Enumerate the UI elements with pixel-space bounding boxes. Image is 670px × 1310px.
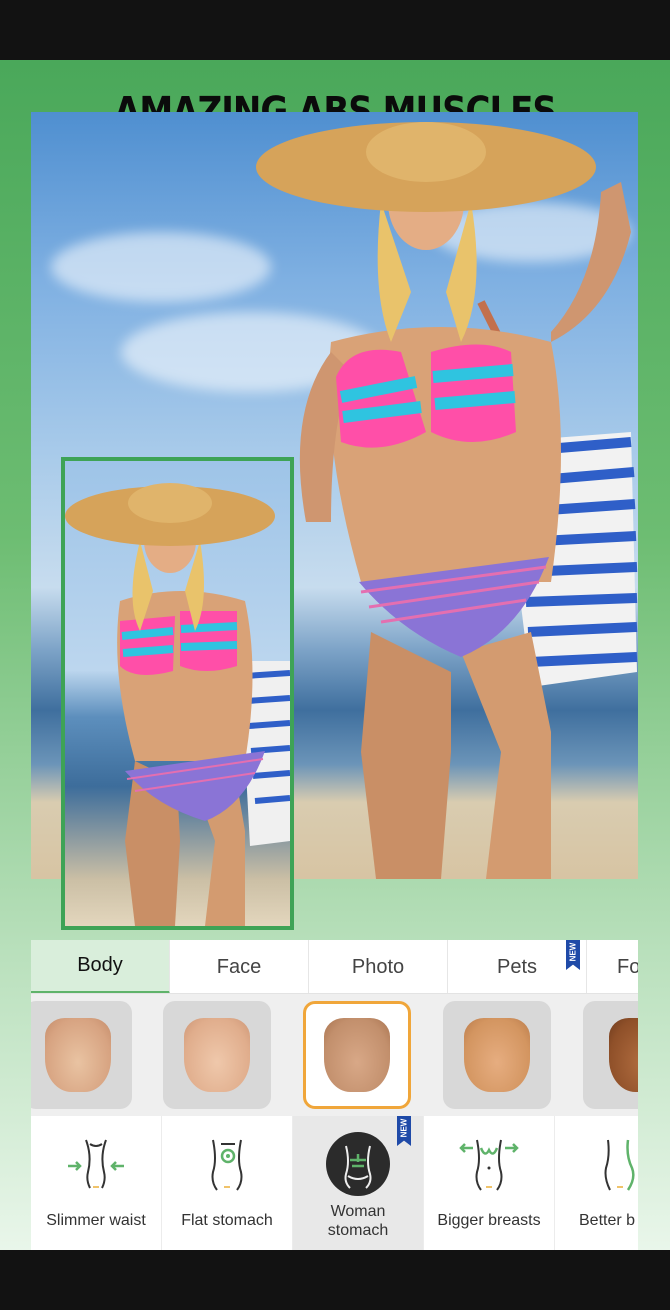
before-photo-inset[interactable] xyxy=(61,457,294,930)
tab-label: Body xyxy=(77,954,123,976)
torso-image xyxy=(324,1018,390,1092)
woman-stomach-icon xyxy=(326,1132,390,1196)
tool-indicator xyxy=(224,1186,230,1188)
thumbnail-torso-1[interactable] xyxy=(31,1001,132,1109)
thumbnail-torso-5[interactable] xyxy=(583,1001,638,1109)
tool-woman-stomach[interactable]: Woman stomach NEW xyxy=(293,1116,424,1250)
body-tools: Slimmer waist Flat stomach Woman stomach… xyxy=(31,1116,638,1250)
thumbnail-torso-4[interactable] xyxy=(443,1001,551,1109)
tool-indicator xyxy=(93,1186,99,1188)
tool-better-body[interactable]: Better b xyxy=(555,1116,638,1250)
tab-fo[interactable]: Fo xyxy=(587,940,638,993)
new-badge: NEW xyxy=(397,1116,411,1146)
tool-indicator xyxy=(617,1186,623,1188)
tab-label: Photo xyxy=(351,955,405,978)
tool-slimmer-waist[interactable]: Slimmer waist xyxy=(31,1116,162,1250)
tool-label: Flat stomach xyxy=(181,1212,273,1229)
torso-image xyxy=(45,1018,111,1092)
category-tabs: Body Face Photo Pets NEW Fo xyxy=(31,940,638,994)
torso-image xyxy=(184,1018,250,1092)
thumbnail-torso-2[interactable] xyxy=(163,1001,271,1109)
navigation-bar xyxy=(0,1250,670,1310)
status-bar xyxy=(0,0,670,60)
better-body-icon xyxy=(604,1139,635,1191)
tab-body[interactable]: Body xyxy=(31,940,170,993)
new-badge: NEW xyxy=(566,940,580,970)
thumbnail-torso-3-selected[interactable] xyxy=(303,1001,411,1109)
tool-label: Bigger breasts xyxy=(437,1212,541,1229)
tool-bigger-breasts[interactable]: Bigger breasts xyxy=(424,1116,555,1250)
tab-photo[interactable]: Photo xyxy=(309,940,448,993)
tab-label: Pets xyxy=(496,955,538,978)
tab-pets[interactable]: Pets NEW xyxy=(448,940,587,993)
tab-label: Face xyxy=(216,955,262,978)
tool-label: Better b xyxy=(579,1212,636,1229)
model-figure-before xyxy=(65,483,290,926)
tool-label: Slimmer waist xyxy=(46,1212,146,1229)
tab-label: Fo xyxy=(617,955,638,978)
torso-image xyxy=(609,1018,638,1092)
style-thumbnails xyxy=(31,994,638,1116)
tool-label: Woman stomach xyxy=(327,1203,389,1239)
tool-flat-stomach[interactable]: Flat stomach xyxy=(162,1116,293,1250)
tool-indicator xyxy=(486,1186,492,1188)
torso-image xyxy=(464,1018,530,1092)
tab-face[interactable]: Face xyxy=(170,940,309,993)
